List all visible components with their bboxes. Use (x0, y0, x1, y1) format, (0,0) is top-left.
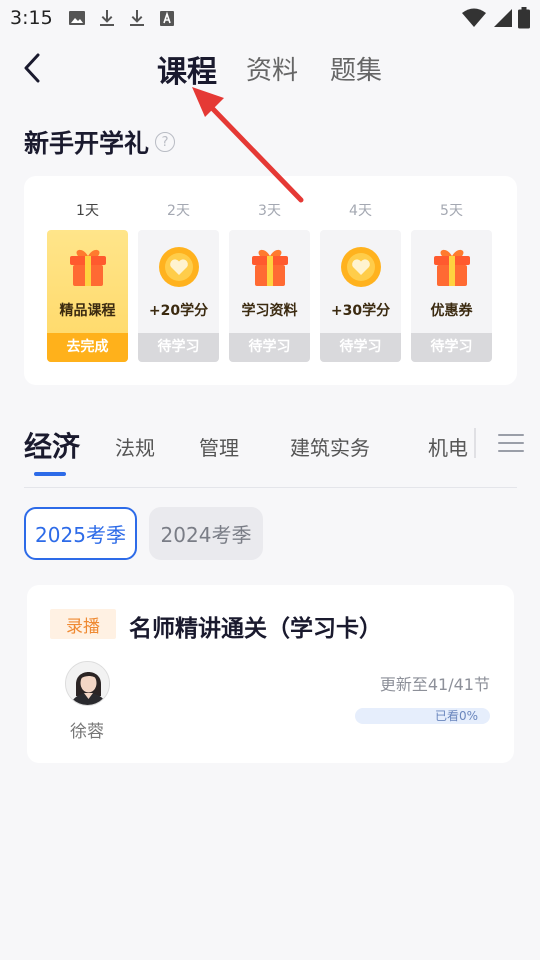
coin-heart-icon (159, 247, 199, 287)
gift-icon (70, 249, 106, 286)
active-tab-indicator (34, 472, 66, 476)
top-nav: 课程 资料 题集 (0, 40, 540, 100)
day-label: 1天 (76, 203, 99, 219)
image-icon (69, 11, 85, 25)
download-icon (130, 10, 144, 26)
tab-materials[interactable]: 资料 (246, 50, 298, 87)
text-a-icon (160, 11, 174, 26)
tab-question-sets[interactable]: 题集 (330, 50, 382, 87)
gift-day-box[interactable]: +20学分 待学习 (138, 230, 219, 362)
gift-section-title: 新手开学礼 (24, 129, 150, 158)
wifi-icon (462, 8, 486, 27)
gift-status-label: 待学习 (320, 333, 401, 362)
gift-reward: 学习资料 (241, 303, 298, 319)
subject-tab-mechanical-electrical[interactable]: 机电 (428, 432, 468, 461)
progress-label: 已看0% (434, 709, 478, 723)
help-icon[interactable]: ? (155, 132, 176, 152)
teacher-name: 徐蓉 (70, 722, 104, 742)
battery-icon (518, 7, 530, 29)
gift-icon (434, 249, 470, 286)
teacher-photo (66, 662, 109, 705)
gift-section-header: 新手开学礼 ? (24, 124, 176, 160)
subject-tab-economy[interactable]: 经济 (24, 425, 80, 465)
subject-tab-regulations[interactable]: 法规 (115, 432, 155, 461)
course-card[interactable]: 录播 名师精讲通关（学习卡） 徐蓉 更新至41/41节 已看0% (27, 585, 514, 763)
tab-course[interactable]: 课程 (157, 47, 217, 91)
download-icon (100, 10, 114, 26)
gift-day-box[interactable]: 学习资料 待学习 (229, 230, 310, 362)
status-bar: 3:15 (0, 0, 540, 36)
gift-status-label: 待学习 (411, 333, 492, 362)
gift-day-box[interactable]: 优惠券 待学习 (411, 230, 492, 362)
menu-icon[interactable] (498, 432, 524, 454)
gift-reward: 精品课程 (59, 303, 116, 319)
season-2025-button[interactable]: 2025考季 (24, 507, 137, 560)
tab-scroll-fade (464, 420, 500, 480)
status-time: 3:15 (10, 7, 53, 29)
course-title: 名师精讲通关（学习卡） (129, 616, 382, 642)
gift-day-box[interactable]: 精品课程 去完成 (47, 230, 128, 362)
gift-icon (252, 249, 288, 286)
status-notification-icons (68, 8, 176, 28)
signal-icon (494, 9, 512, 27)
day-label: 2天 (167, 203, 190, 219)
season-2024-button[interactable]: 2024考季 (149, 507, 263, 560)
subject-tabs: 经济 法规 管理 建筑实务 机电 (24, 420, 524, 488)
coin-heart-icon (341, 247, 381, 287)
day-label: 5天 (440, 203, 463, 219)
gift-status-button[interactable]: 去完成 (47, 333, 128, 362)
course-progress-bar: 已看0% (355, 708, 490, 724)
avatar (65, 661, 110, 706)
gift-reward: +30学分 (330, 303, 391, 319)
day-label: 3天 (258, 203, 281, 219)
gift-card: 1天 精品课程 去完成 2天 +20学分 待学习 3天 学习资料 待学习 4天 … (24, 176, 517, 385)
gift-day-box[interactable]: +30学分 待学习 (320, 230, 401, 362)
gift-status-label: 待学习 (138, 333, 219, 362)
course-type-badge: 录播 (50, 609, 116, 639)
status-system-icons (462, 7, 530, 29)
day-label: 4天 (349, 203, 372, 219)
gift-reward: 优惠券 (430, 303, 473, 319)
gift-reward: +20学分 (148, 303, 209, 319)
course-update-status: 更新至41/41节 (379, 675, 490, 694)
gift-status-label: 待学习 (229, 333, 310, 362)
subject-tab-management[interactable]: 管理 (199, 432, 239, 461)
back-button[interactable] (14, 50, 50, 86)
tab-divider (474, 428, 476, 458)
chevron-left-icon (24, 53, 40, 83)
subject-tab-construction-practice[interactable]: 建筑实务 (290, 432, 370, 461)
